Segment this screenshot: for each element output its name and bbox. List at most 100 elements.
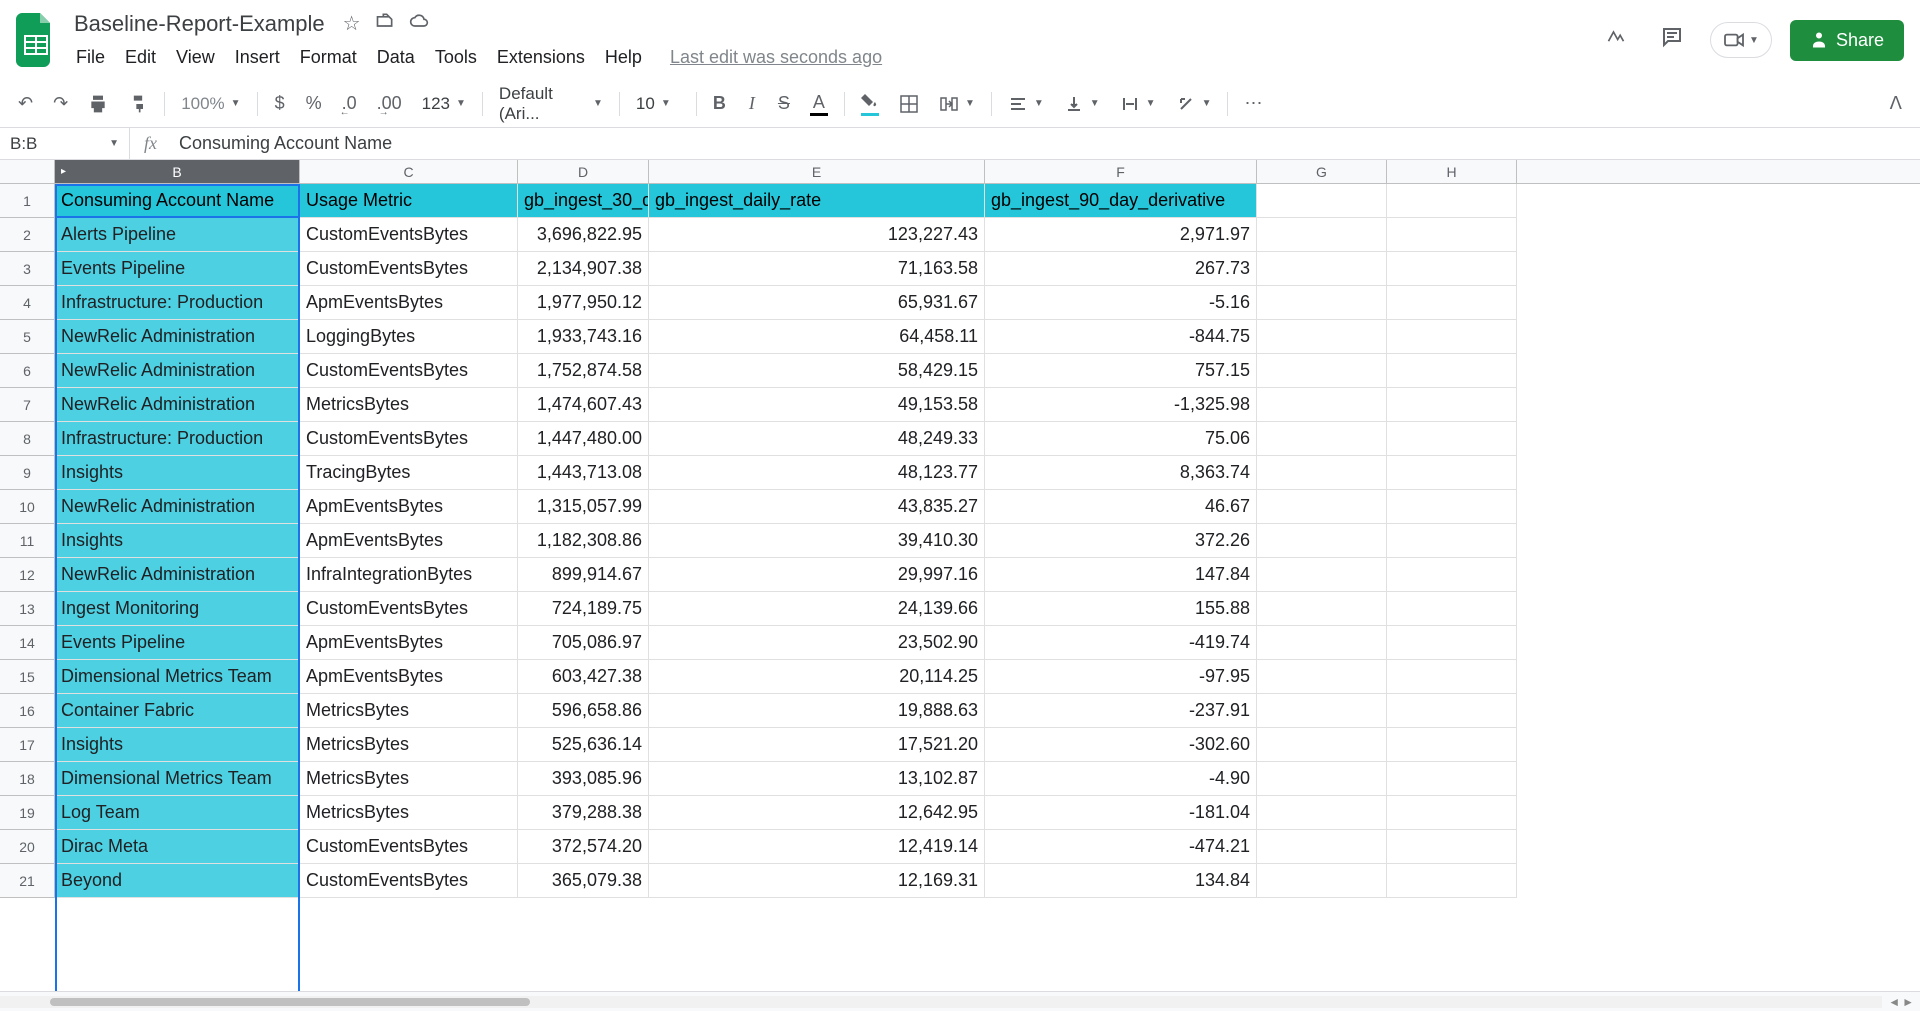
fill-color-button[interactable] [853, 86, 887, 122]
scroll-arrows[interactable]: ◄► [1882, 995, 1920, 1009]
cell-2-E[interactable]: 123,227.43 [649, 218, 985, 252]
cell-10-C[interactable]: ApmEventsBytes [300, 490, 518, 524]
print-button[interactable] [80, 88, 116, 120]
cell-9-B[interactable]: Insights [55, 456, 300, 490]
font-size-select[interactable]: 10▼ [628, 90, 688, 118]
decrease-decimal-button[interactable]: .0← [334, 87, 365, 120]
cell-14-H[interactable] [1387, 626, 1517, 660]
cell-12-H[interactable] [1387, 558, 1517, 592]
cell-6-C[interactable]: CustomEventsBytes [300, 354, 518, 388]
cell-21-F[interactable]: 134.84 [985, 864, 1257, 898]
cell-17-B[interactable]: Insights [55, 728, 300, 762]
activity-icon[interactable] [1598, 19, 1634, 61]
cell-1-E[interactable]: gb_ingest_daily_rate [649, 184, 985, 218]
row-header-14[interactable]: 14 [0, 626, 54, 660]
cell-1-B[interactable]: Consuming Account Name [55, 184, 300, 218]
cell-4-E[interactable]: 65,931.67 [649, 286, 985, 320]
cell-16-D[interactable]: 596,658.86 [518, 694, 649, 728]
cell-12-G[interactable] [1257, 558, 1387, 592]
cell-15-F[interactable]: -97.95 [985, 660, 1257, 694]
row-header-8[interactable]: 8 [0, 422, 54, 456]
cell-11-H[interactable] [1387, 524, 1517, 558]
cell-16-E[interactable]: 19,888.63 [649, 694, 985, 728]
cell-9-D[interactable]: 1,443,713.08 [518, 456, 649, 490]
cell-12-F[interactable]: 147.84 [985, 558, 1257, 592]
cell-20-H[interactable] [1387, 830, 1517, 864]
row-header-4[interactable]: 4 [0, 286, 54, 320]
paint-format-button[interactable] [120, 88, 156, 120]
cell-7-E[interactable]: 49,153.58 [649, 388, 985, 422]
cell-17-D[interactable]: 525,636.14 [518, 728, 649, 762]
cell-19-F[interactable]: -181.04 [985, 796, 1257, 830]
row-headers[interactable]: 123456789101112131415161718192021 [0, 184, 55, 898]
cell-10-B[interactable]: NewRelic Administration [55, 490, 300, 524]
cell-18-F[interactable]: -4.90 [985, 762, 1257, 796]
cell-6-F[interactable]: 757.15 [985, 354, 1257, 388]
cell-21-D[interactable]: 365,079.38 [518, 864, 649, 898]
cell-19-H[interactable] [1387, 796, 1517, 830]
cell-9-C[interactable]: TracingBytes [300, 456, 518, 490]
row-header-15[interactable]: 15 [0, 660, 54, 694]
cell-15-G[interactable] [1257, 660, 1387, 694]
currency-button[interactable]: $ [266, 87, 294, 120]
cell-9-E[interactable]: 48,123.77 [649, 456, 985, 490]
cell-8-F[interactable]: 75.06 [985, 422, 1257, 456]
cell-6-G[interactable] [1257, 354, 1387, 388]
cell-14-E[interactable]: 23,502.90 [649, 626, 985, 660]
cell-19-G[interactable] [1257, 796, 1387, 830]
cell-3-F[interactable]: 267.73 [985, 252, 1257, 286]
cell-10-H[interactable] [1387, 490, 1517, 524]
cell-5-H[interactable] [1387, 320, 1517, 354]
cell-17-C[interactable]: MetricsBytes [300, 728, 518, 762]
formula-input[interactable]: Consuming Account Name [171, 133, 392, 154]
cell-10-D[interactable]: 1,315,057.99 [518, 490, 649, 524]
more-toolbar-button[interactable]: ⋯ [1236, 87, 1270, 120]
cell-13-E[interactable]: 24,139.66 [649, 592, 985, 626]
cell-5-D[interactable]: 1,933,743.16 [518, 320, 649, 354]
cell-21-C[interactable]: CustomEventsBytes [300, 864, 518, 898]
cell-7-H[interactable] [1387, 388, 1517, 422]
cell-7-F[interactable]: -1,325.98 [985, 388, 1257, 422]
cell-10-F[interactable]: 46.67 [985, 490, 1257, 524]
row-header-19[interactable]: 19 [0, 796, 54, 830]
row-header-18[interactable]: 18 [0, 762, 54, 796]
horizontal-scrollbar[interactable] [0, 996, 1882, 1008]
font-select[interactable]: Default (Ari...▼ [491, 80, 611, 128]
comments-icon[interactable] [1652, 17, 1692, 63]
cell-5-E[interactable]: 64,458.11 [649, 320, 985, 354]
cell-3-G[interactable] [1257, 252, 1387, 286]
cell-21-E[interactable]: 12,169.31 [649, 864, 985, 898]
cell-18-H[interactable] [1387, 762, 1517, 796]
name-box[interactable]: B:B▼ [0, 128, 130, 159]
h-align-button[interactable]: ▼ [1000, 90, 1052, 118]
cell-21-B[interactable]: Beyond [55, 864, 300, 898]
cell-13-F[interactable]: 155.88 [985, 592, 1257, 626]
cell-20-G[interactable] [1257, 830, 1387, 864]
row-header-20[interactable]: 20 [0, 830, 54, 864]
wrap-button[interactable]: ▼ [1112, 90, 1164, 118]
cell-9-G[interactable] [1257, 456, 1387, 490]
menu-view[interactable]: View [168, 43, 223, 72]
row-header-6[interactable]: 6 [0, 354, 54, 388]
italic-button[interactable]: I [738, 87, 766, 120]
share-button[interactable]: Share [1790, 20, 1904, 61]
doc-title[interactable]: Baseline-Report-Example [68, 9, 331, 39]
row-header-16[interactable]: 16 [0, 694, 54, 728]
percent-button[interactable]: % [298, 87, 330, 120]
col-header-B[interactable]: B [55, 160, 300, 183]
bold-button[interactable]: B [705, 87, 734, 120]
more-formats-select[interactable]: 123▼ [414, 90, 474, 118]
row-header-12[interactable]: 12 [0, 558, 54, 592]
cell-15-D[interactable]: 603,427.38 [518, 660, 649, 694]
cell-3-C[interactable]: CustomEventsBytes [300, 252, 518, 286]
col-header-G[interactable]: G [1257, 160, 1387, 183]
cell-16-H[interactable] [1387, 694, 1517, 728]
cell-8-G[interactable] [1257, 422, 1387, 456]
cell-7-D[interactable]: 1,474,607.43 [518, 388, 649, 422]
cell-1-H[interactable] [1387, 184, 1517, 218]
sheets-logo[interactable] [16, 13, 56, 67]
row-header-1[interactable]: 1 [0, 184, 54, 218]
cell-12-E[interactable]: 29,997.16 [649, 558, 985, 592]
cell-18-D[interactable]: 393,085.96 [518, 762, 649, 796]
cell-20-F[interactable]: -474.21 [985, 830, 1257, 864]
